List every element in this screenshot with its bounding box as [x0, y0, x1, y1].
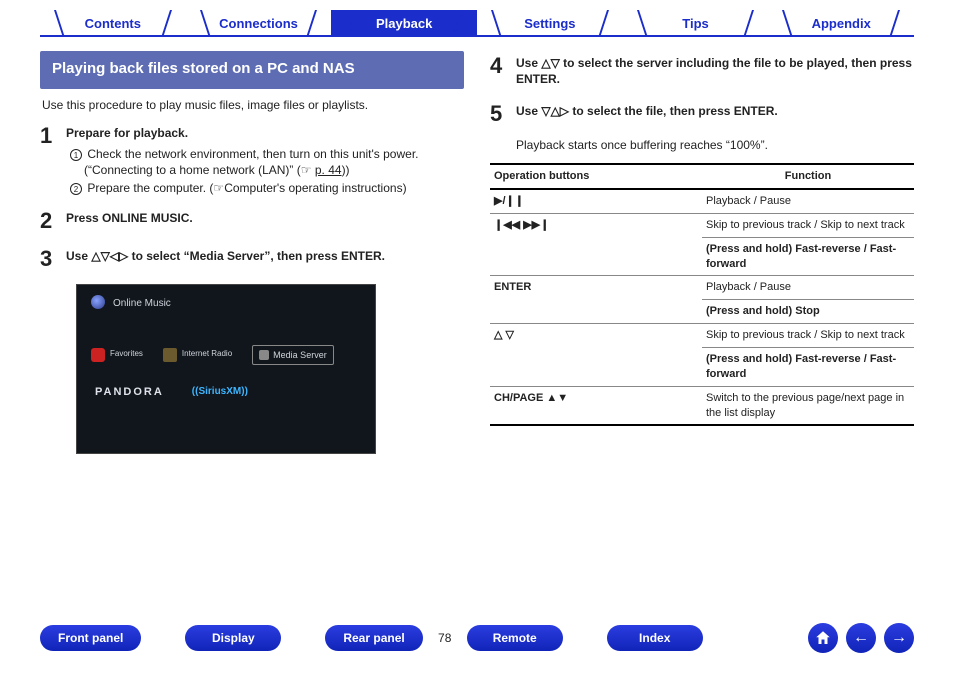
tab-label: Appendix — [812, 16, 871, 31]
front-panel-button[interactable]: Front panel — [40, 625, 141, 651]
tab-label: Playback — [376, 16, 432, 31]
osd-title: Online Music — [113, 297, 171, 311]
step-title: Use ▽△▷ to select the file, then press E… — [516, 103, 914, 119]
step-number: 4 — [490, 51, 516, 91]
fn-cell: Skip to previous track / Skip to next tr… — [702, 213, 914, 237]
substep-text: Check the network environment, then turn… — [84, 147, 418, 177]
page-number: 78 — [423, 631, 467, 645]
fn-cell: Playback / Pause — [702, 276, 914, 300]
next-page-button[interactable]: → — [884, 623, 914, 653]
op-cell: ENTER — [490, 276, 702, 324]
step-5: 5 Use ▽△▷ to select the file, then press… — [490, 99, 914, 129]
page-link[interactable]: p. 44 — [315, 163, 342, 177]
arrow-right-icon: → — [891, 629, 907, 647]
tab-tips[interactable]: Tips — [623, 10, 769, 37]
step-title: Use △▽◁▷ to select “Media Server”, then … — [66, 248, 464, 264]
arrow-left-icon: ← — [853, 629, 869, 647]
step-title: Use △▽ to select the server including th… — [516, 55, 914, 87]
home-icon — [814, 629, 832, 647]
tab-label: Settings — [524, 16, 575, 31]
remote-button[interactable]: Remote — [467, 625, 563, 651]
step-2: 2 Press ONLINE MUSIC. — [40, 206, 464, 236]
pandora-logo: PANDORA — [95, 385, 164, 400]
siriusxm-logo: ((SiriusXM)) — [192, 385, 248, 399]
substep-tail: )) — [342, 163, 350, 177]
fn-cell: Switch to the previous page/next page in… — [702, 386, 914, 425]
osd-screenshot: Online Music Favorites Internet Radio Me… — [76, 284, 376, 454]
bottom-bar: Front panel Display Rear panel 78 Remote… — [0, 623, 954, 653]
tab-contents[interactable]: Contents — [40, 10, 186, 37]
step-3: 3 Use △▽◁▷ to select “Media Server”, the… — [40, 244, 464, 274]
tab-settings[interactable]: Settings — [477, 10, 623, 37]
server-icon — [259, 350, 269, 360]
step-number: 3 — [40, 244, 66, 274]
right-column: 4 Use △▽ to select the server including … — [490, 51, 914, 454]
globe-icon — [91, 295, 105, 309]
function-table: Operation buttons Function ▶/❙❙ Playback… — [490, 163, 914, 426]
tab-label: Contents — [85, 16, 141, 31]
step-4: 4 Use △▽ to select the server including … — [490, 51, 914, 91]
tab-connections[interactable]: Connections — [186, 10, 332, 37]
step-title: Press ONLINE MUSIC. — [66, 210, 464, 226]
circled-1-icon: 1 — [70, 149, 82, 161]
left-column: Playing back files stored on a PC and NA… — [40, 51, 464, 454]
op-cell: △ ▽ — [490, 324, 702, 387]
circled-2-icon: 2 — [70, 183, 82, 195]
op-cell: ▶/❙❙ — [490, 189, 702, 213]
step-title: Prepare for playback. — [66, 125, 464, 141]
fn-cell: (Press and hold) Stop — [702, 300, 914, 324]
intro-text: Use this procedure to play music files, … — [42, 97, 464, 113]
osd-label: Favorites — [110, 349, 143, 360]
table-header: Function — [702, 164, 914, 189]
hand-icon: ☞ — [301, 163, 312, 177]
tab-playback[interactable]: Playback — [331, 10, 477, 37]
step-number: 1 — [40, 121, 66, 198]
substep-1: 1 Check the network environment, then tu… — [66, 146, 464, 178]
fn-cell: Skip to previous track / Skip to next tr… — [702, 324, 914, 348]
tab-appendix[interactable]: Appendix — [768, 10, 914, 37]
hand-icon: ☞ — [213, 181, 224, 195]
step-subnote: Playback starts once buffering reaches “… — [516, 137, 914, 153]
substep-text: Prepare the computer. ( — [87, 181, 213, 195]
table-row: ENTER Playback / Pause — [490, 276, 914, 300]
osd-media-server: Media Server — [252, 345, 334, 365]
index-button[interactable]: Index — [607, 625, 703, 651]
osd-internet-radio: Internet Radio — [163, 348, 232, 362]
main-content: Playing back files stored on a PC and NA… — [0, 37, 954, 454]
table-row: ❙◀◀ ▶▶❙ Skip to previous track / Skip to… — [490, 213, 914, 237]
substep-2: 2 Prepare the computer. (☞Computer's ope… — [66, 180, 464, 196]
prev-page-button[interactable]: ← — [846, 623, 876, 653]
rear-panel-button[interactable]: Rear panel — [325, 625, 422, 651]
table-row: ▶/❙❙ Playback / Pause — [490, 189, 914, 213]
top-tabs: Contents Connections Playback Settings T… — [0, 0, 954, 37]
display-button[interactable]: Display — [185, 625, 281, 651]
op-cell: CH/PAGE ▲▼ — [490, 386, 702, 425]
osd-row1: Favorites Internet Radio Media Server — [91, 345, 334, 365]
fn-cell: Playback / Pause — [702, 189, 914, 213]
table-row: CH/PAGE ▲▼ Switch to the previous page/n… — [490, 386, 914, 425]
osd-row2: PANDORA ((SiriusXM)) — [95, 385, 248, 400]
step-1: 1 Prepare for playback. 1 Check the netw… — [40, 121, 464, 198]
table-row: △ ▽ Skip to previous track / Skip to nex… — [490, 324, 914, 348]
heart-icon — [91, 348, 105, 362]
home-button[interactable] — [808, 623, 838, 653]
op-cell: ❙◀◀ ▶▶❙ — [490, 213, 702, 276]
radio-icon — [163, 348, 177, 362]
osd-label: Internet Radio — [182, 349, 232, 360]
substep-tail: Computer's operating instructions) — [224, 181, 406, 195]
fn-cell: (Press and hold) Fast-reverse / Fast-for… — [702, 348, 914, 387]
table-header-row: Operation buttons Function — [490, 164, 914, 189]
tab-label: Tips — [682, 16, 709, 31]
step-number: 5 — [490, 99, 516, 129]
tab-label: Connections — [219, 16, 298, 31]
step-number: 2 — [40, 206, 66, 236]
osd-favorites: Favorites — [91, 348, 143, 362]
osd-label: Media Server — [273, 349, 327, 361]
fn-cell: (Press and hold) Fast-reverse / Fast-for… — [702, 237, 914, 276]
table-header: Operation buttons — [490, 164, 702, 189]
section-heading: Playing back files stored on a PC and NA… — [40, 51, 464, 89]
